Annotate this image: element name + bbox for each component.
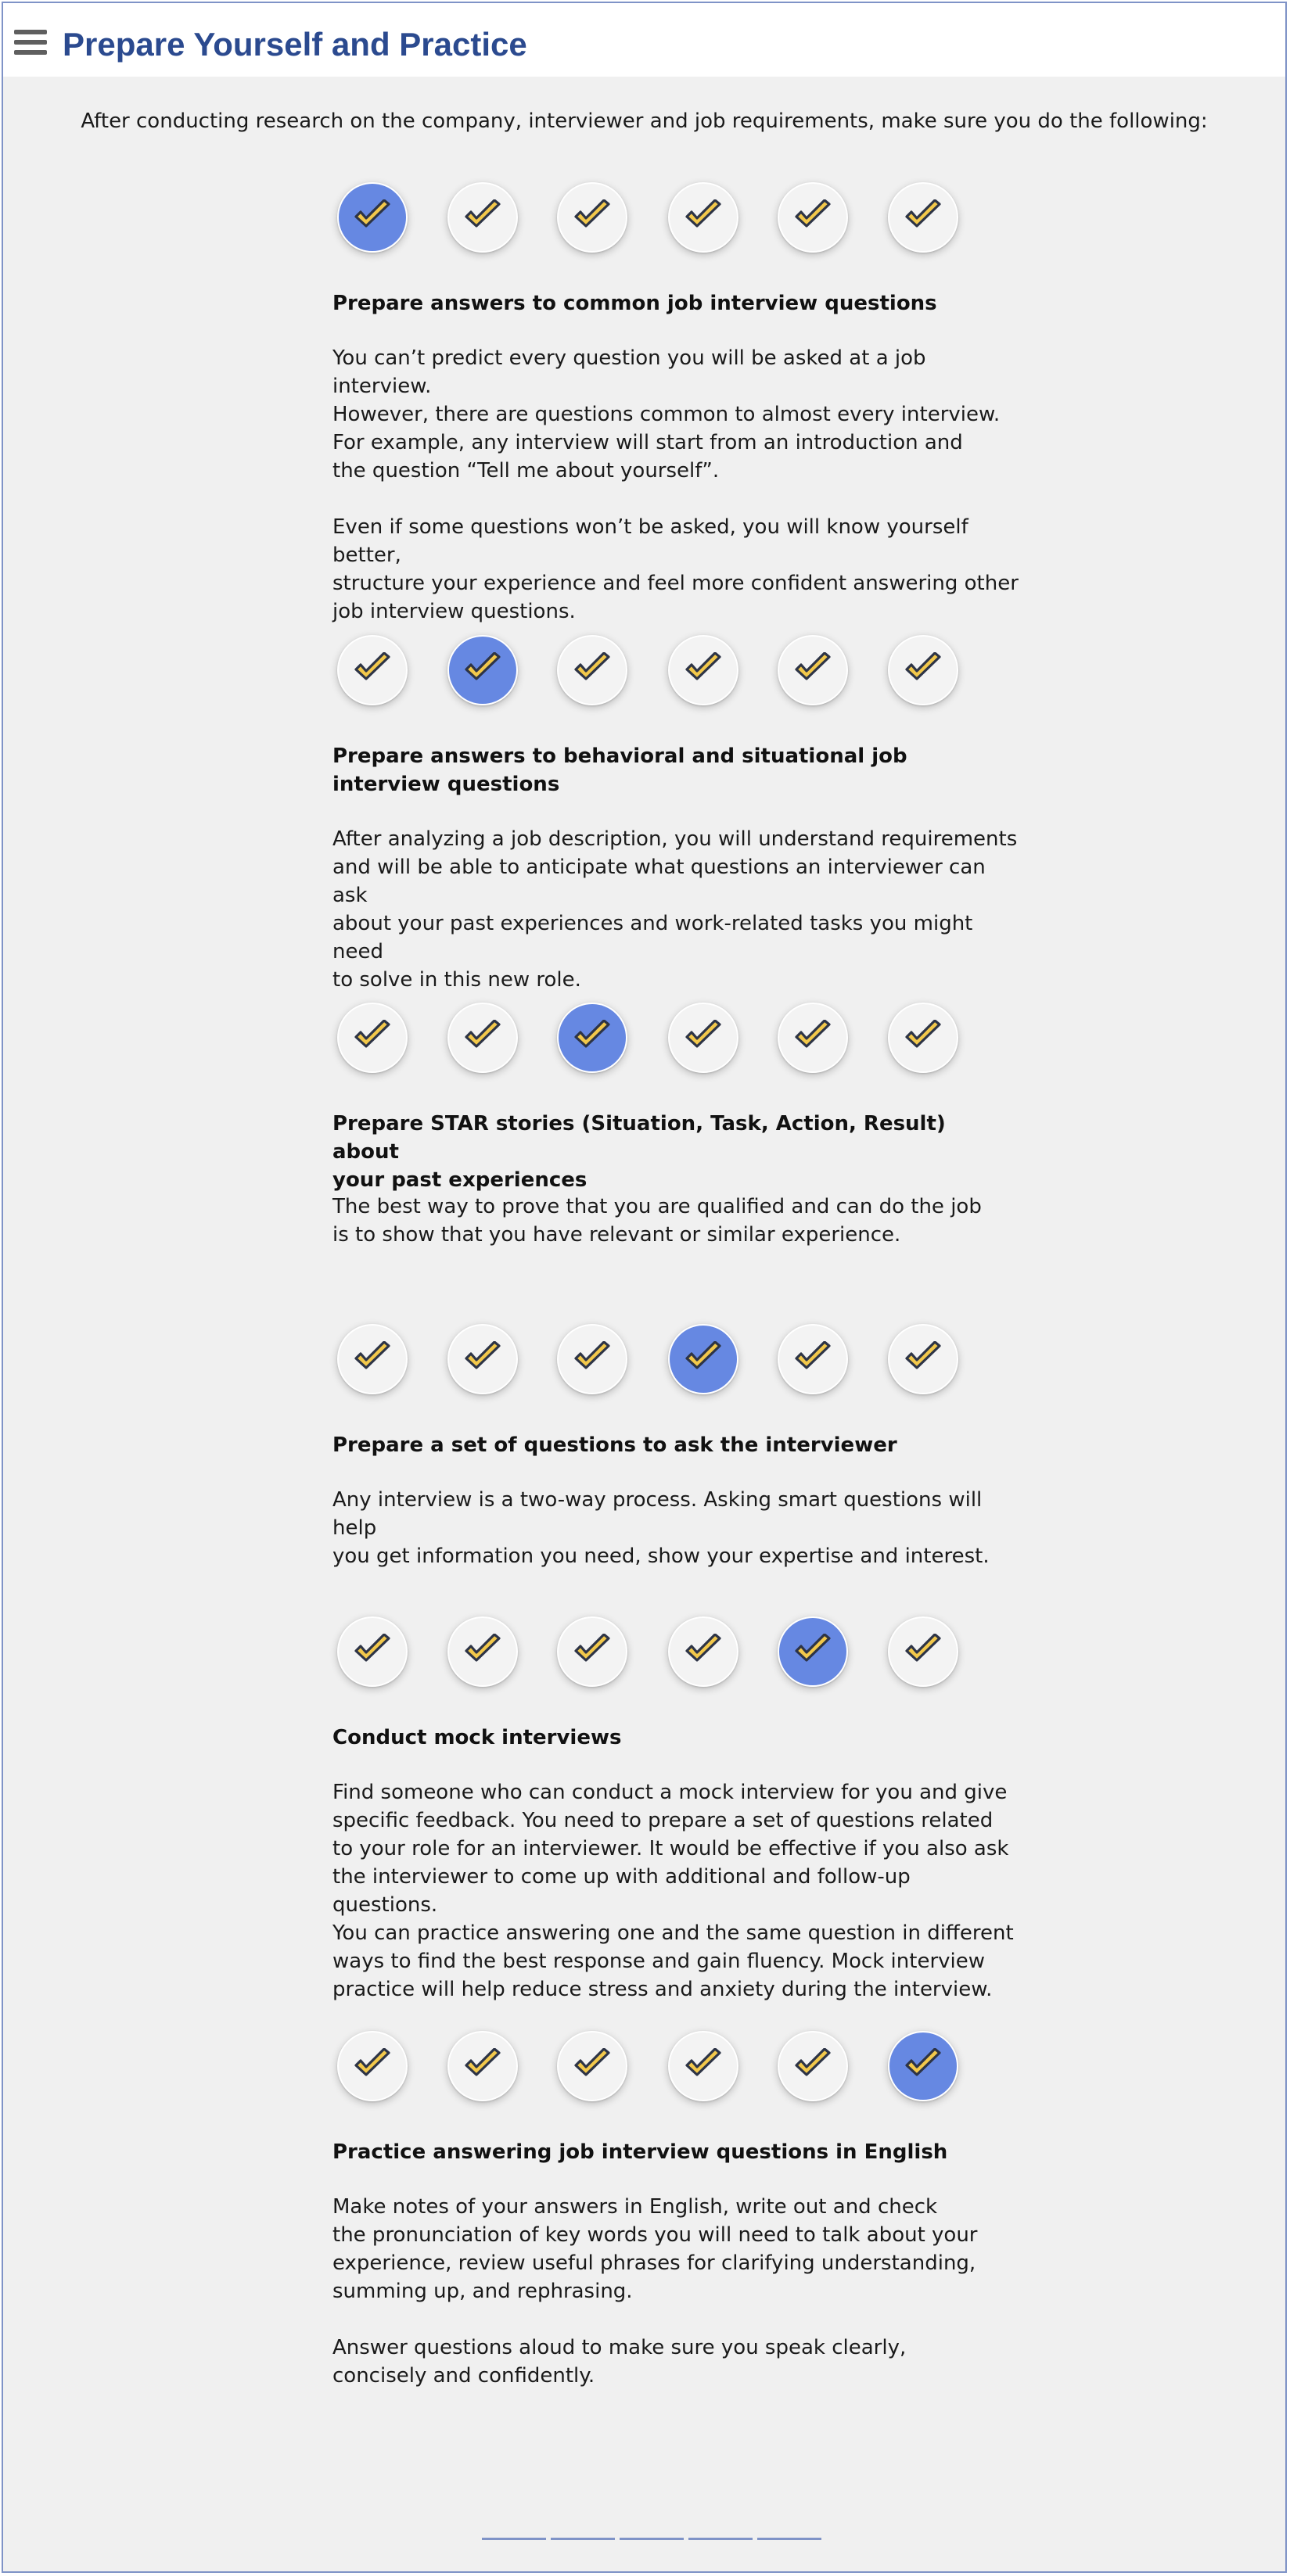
step-check-button[interactable] — [888, 1616, 958, 1687]
step-check-button[interactable] — [447, 182, 518, 253]
step-check-button[interactable] — [668, 2031, 738, 2101]
step-check-button[interactable] — [447, 1324, 518, 1394]
step-check-button[interactable] — [668, 1616, 738, 1687]
step-check-button[interactable] — [668, 635, 738, 705]
menu-bar — [14, 50, 47, 55]
pager-dot[interactable] — [757, 2538, 821, 2540]
section-body: After analyzing a job description, you w… — [332, 827, 1018, 992]
step-check-button[interactable] — [557, 2031, 627, 2101]
step-indicator-row — [332, 182, 966, 257]
step-indicator-row — [332, 635, 966, 710]
pager-dot[interactable] — [551, 2538, 615, 2540]
step-indicator-row — [332, 1003, 966, 1078]
step-check-button[interactable] — [778, 182, 848, 253]
header-bar: Prepare Yourself and Practice — [3, 3, 1285, 77]
pager-dot[interactable] — [482, 2538, 546, 2540]
step-check-button[interactable] — [337, 1324, 408, 1394]
page-frame: Prepare Yourself and Practice After cond… — [2, 2, 1287, 2573]
pager-dot[interactable] — [620, 2538, 684, 2540]
step-check-button[interactable] — [778, 1616, 848, 1687]
step-check-button[interactable] — [778, 1324, 848, 1394]
step-check-button[interactable] — [888, 1324, 958, 1394]
section-title: Prepare STAR stories (Situation, Task, A… — [332, 1112, 946, 1192]
step-check-button[interactable] — [557, 182, 627, 253]
section-body: Find someone who can conduct a mock inte… — [332, 1781, 1014, 2001]
step-check-button[interactable] — [557, 1616, 627, 1687]
step-check-button[interactable] — [668, 1003, 738, 1073]
step-check-button[interactable] — [778, 1003, 848, 1073]
section-title: Prepare answers to common job interview … — [332, 292, 937, 315]
step-check-button[interactable] — [337, 1003, 408, 1073]
step-indicator-row — [332, 1324, 966, 1399]
pager-dot[interactable] — [688, 2538, 753, 2540]
section-body: Make notes of your answers in English, w… — [332, 2195, 978, 2388]
step-check-button[interactable] — [447, 1616, 518, 1687]
step-check-button[interactable] — [447, 1003, 518, 1073]
section-title: Prepare a set of questions to ask the in… — [332, 1433, 897, 1457]
step-check-button[interactable] — [888, 1003, 958, 1073]
section-body: You can’t predict every question you wil… — [332, 346, 1019, 623]
section-title: Prepare answers to behavioral and situat… — [332, 744, 907, 796]
step-check-button[interactable] — [447, 635, 518, 705]
step-check-button[interactable] — [337, 2031, 408, 2101]
intro-text: After conducting research on the company… — [81, 109, 1208, 133]
step-check-button[interactable] — [888, 2031, 958, 2101]
step-check-button[interactable] — [778, 635, 848, 705]
step-check-button[interactable] — [557, 635, 627, 705]
step-check-button[interactable] — [337, 635, 408, 705]
step-indicator-row — [332, 1616, 966, 1692]
step-check-button[interactable] — [668, 1324, 738, 1394]
step-check-button[interactable] — [778, 2031, 848, 2101]
step-check-button[interactable] — [337, 182, 408, 253]
step-indicator-row — [332, 2031, 966, 2106]
step-check-button[interactable] — [337, 1616, 408, 1687]
menu-bar — [14, 30, 47, 34]
step-check-button[interactable] — [557, 1324, 627, 1394]
step-check-button[interactable] — [888, 635, 958, 705]
section-body: Any interview is a two-way process. Aski… — [332, 1488, 990, 1568]
step-check-button[interactable] — [888, 182, 958, 253]
step-check-button[interactable] — [668, 182, 738, 253]
step-check-button[interactable] — [557, 1003, 627, 1073]
hamburger-menu-icon[interactable] — [14, 30, 49, 55]
step-check-button[interactable] — [447, 2031, 518, 2101]
section-title: Conduct mock interviews — [332, 1726, 622, 1749]
section-title: Practice answering job interview questio… — [332, 2140, 948, 2164]
page-title: Prepare Yourself and Practice — [63, 26, 527, 63]
section-body: The best way to prove that you are quali… — [332, 1195, 982, 1247]
menu-bar — [14, 40, 47, 45]
